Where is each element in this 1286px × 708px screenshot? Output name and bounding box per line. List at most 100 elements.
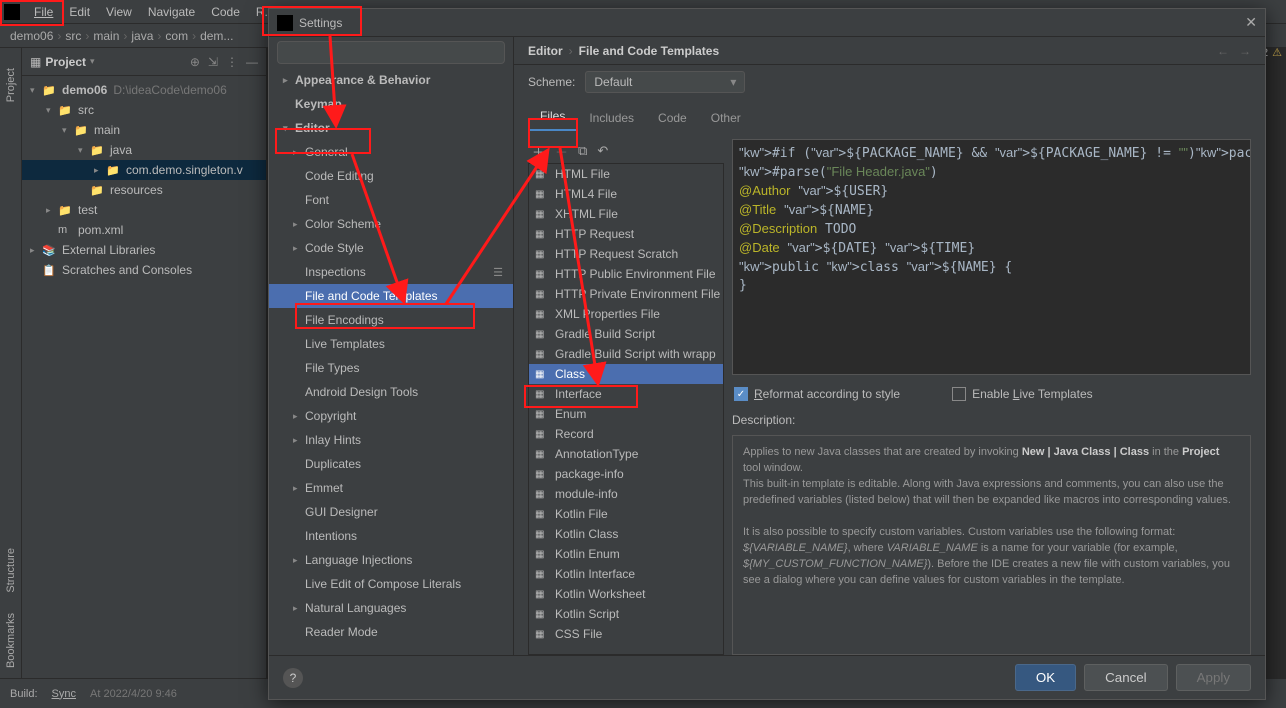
tool-tab-bookmarks[interactable]: Bookmarks bbox=[5, 613, 17, 668]
menu-edit[interactable]: Edit bbox=[61, 2, 98, 22]
template-file-item[interactable]: ▦Kotlin File bbox=[529, 504, 723, 524]
hide-icon[interactable]: — bbox=[246, 55, 258, 69]
breadcrumb-item[interactable]: dem... bbox=[200, 29, 233, 43]
template-file-item[interactable]: ▦HTTP Request bbox=[529, 224, 723, 244]
remove-icon[interactable]: － bbox=[555, 142, 568, 161]
settings-tree-item[interactable]: File Types bbox=[269, 356, 513, 380]
settings-tree-item[interactable]: Duplicates bbox=[269, 452, 513, 476]
breadcrumb-item[interactable]: demo06 bbox=[10, 29, 53, 43]
project-tree-node[interactable]: ▾📁java bbox=[22, 140, 266, 160]
settings-crumb-item[interactable]: Editor bbox=[528, 44, 563, 58]
settings-tree-item[interactable]: Android Design Tools bbox=[269, 380, 513, 404]
project-tree-node[interactable]: ▾📁demo06D:\ideaCode\demo06 bbox=[22, 80, 266, 100]
template-file-item[interactable]: ▦Kotlin Interface bbox=[529, 564, 723, 584]
template-file-item[interactable]: ▦Enum bbox=[529, 404, 723, 424]
project-tree-node[interactable]: 📁resources bbox=[22, 180, 266, 200]
settings-tree-item[interactable]: GUI Designer bbox=[269, 500, 513, 524]
scheme-select[interactable]: Default bbox=[585, 71, 745, 93]
breadcrumb-item[interactable]: com bbox=[165, 29, 188, 43]
project-tree-node[interactable]: 📋Scratches and Consoles bbox=[22, 260, 266, 280]
settings-icon[interactable]: ⋮ bbox=[226, 55, 238, 69]
template-file-item[interactable]: ▦XHTML File bbox=[529, 204, 723, 224]
project-tree[interactable]: ▾📁demo06D:\ideaCode\demo06▾📁src▾📁main▾📁j… bbox=[22, 76, 266, 284]
settings-tree-item[interactable]: ▸Inlay Hints bbox=[269, 428, 513, 452]
reformat-checkbox[interactable]: ✓ bbox=[734, 387, 748, 401]
breadcrumb-item[interactable]: main bbox=[93, 29, 119, 43]
settings-tree-item[interactable]: File and Code Templates bbox=[269, 284, 513, 308]
settings-tree-item[interactable]: Keymap bbox=[269, 92, 513, 116]
settings-tree-item[interactable]: ▸Copyright bbox=[269, 404, 513, 428]
template-file-item[interactable]: ▦HTML File bbox=[529, 164, 723, 184]
template-file-item[interactable]: ▦Gradle Build Script bbox=[529, 324, 723, 344]
template-file-item[interactable]: ▦package-info bbox=[529, 464, 723, 484]
template-file-item[interactable]: ▦HTML4 File bbox=[529, 184, 723, 204]
revert-icon[interactable]: ↶ bbox=[597, 143, 608, 159]
expand-icon[interactable]: ⇲ bbox=[208, 55, 218, 69]
project-tree-node[interactable]: ▸📁test bbox=[22, 200, 266, 220]
template-file-item[interactable]: ▦Gradle Build Script with wrapp bbox=[529, 344, 723, 364]
template-tab[interactable]: Files bbox=[528, 103, 577, 131]
template-file-item[interactable]: ▦Interface bbox=[529, 384, 723, 404]
settings-tree-item[interactable]: ▾Editor bbox=[269, 116, 513, 140]
project-tree-node[interactable]: ▾📁main bbox=[22, 120, 266, 140]
template-file-item[interactable]: ▦HTTP Public Environment File bbox=[529, 264, 723, 284]
template-file-item[interactable]: ▦HTTP Private Environment File bbox=[529, 284, 723, 304]
add-icon[interactable]: ＋ bbox=[532, 142, 545, 161]
template-file-item[interactable]: ▦Class bbox=[529, 364, 723, 384]
menu-view[interactable]: View bbox=[98, 2, 140, 22]
sync-tab[interactable]: Sync bbox=[52, 688, 76, 700]
template-file-item[interactable]: ▦Kotlin Class bbox=[529, 524, 723, 544]
settings-tree-item[interactable]: Inspections☰ bbox=[269, 260, 513, 284]
close-icon[interactable]: ✕ bbox=[1245, 14, 1257, 31]
template-tab[interactable]: Other bbox=[699, 105, 753, 131]
menu-code[interactable]: Code bbox=[203, 2, 248, 22]
select-opened-icon[interactable]: ⊕ bbox=[190, 55, 200, 69]
template-file-item[interactable]: ▦Kotlin Worksheet bbox=[529, 584, 723, 604]
template-file-item[interactable]: ▦AnnotationType bbox=[529, 444, 723, 464]
settings-tree-item[interactable]: Reader Mode bbox=[269, 620, 513, 644]
template-file-item[interactable]: ▦Record bbox=[529, 424, 723, 444]
menu-navigate[interactable]: Navigate bbox=[140, 2, 203, 22]
template-tab[interactable]: Code bbox=[646, 105, 699, 131]
project-tree-node[interactable]: ▸📚External Libraries bbox=[22, 240, 266, 260]
template-file-item[interactable]: ▦Kotlin Script bbox=[529, 604, 723, 624]
settings-tree-item[interactable]: Font bbox=[269, 188, 513, 212]
template-code-editor[interactable]: "kw">#if ("var">${PACKAGE_NAME} && "var"… bbox=[732, 139, 1251, 375]
template-file-item[interactable]: ▦module-info bbox=[529, 484, 723, 504]
tool-tab-project[interactable]: Project bbox=[5, 68, 17, 102]
template-file-item[interactable]: ▦HTTP Request Scratch bbox=[529, 244, 723, 264]
settings-tree-item[interactable]: ▸Natural Languages bbox=[269, 596, 513, 620]
back-icon[interactable]: ← bbox=[1217, 44, 1229, 58]
settings-tree-item[interactable]: Code Editing bbox=[269, 164, 513, 188]
project-tree-node[interactable]: ▸📁com.demo.singleton.v bbox=[22, 160, 266, 180]
settings-tree-item[interactable]: ▸Code Style bbox=[269, 236, 513, 260]
live-templates-checkbox[interactable] bbox=[952, 387, 966, 401]
settings-tree-item[interactable]: Live Templates bbox=[269, 332, 513, 356]
template-file-item[interactable]: ▦CSS File bbox=[529, 624, 723, 644]
ok-button[interactable]: OK bbox=[1015, 664, 1076, 691]
forward-icon[interactable]: → bbox=[1239, 44, 1251, 58]
project-tree-node[interactable]: mpom.xml bbox=[22, 220, 266, 240]
settings-tree-item[interactable]: ▸Appearance & Behavior bbox=[269, 68, 513, 92]
settings-tree-item[interactable]: File Encodings bbox=[269, 308, 513, 332]
settings-tree-item[interactable]: Live Edit of Compose Literals bbox=[269, 572, 513, 596]
template-file-item[interactable]: ▦Kotlin Enum bbox=[529, 544, 723, 564]
help-button[interactable]: ? bbox=[283, 668, 303, 688]
template-file-list[interactable]: ▦HTML File▦HTML4 File▦XHTML File▦HTTP Re… bbox=[528, 163, 724, 655]
settings-tree-item[interactable]: ▸Language Injections bbox=[269, 548, 513, 572]
settings-tree-item[interactable]: ▸General bbox=[269, 140, 513, 164]
menu-file[interactable]: File bbox=[26, 2, 61, 22]
apply-button[interactable]: Apply bbox=[1176, 664, 1251, 691]
settings-search-input[interactable] bbox=[277, 41, 505, 64]
project-tree-node[interactable]: ▾📁src bbox=[22, 100, 266, 120]
settings-tree-item[interactable]: ▸Color Scheme bbox=[269, 212, 513, 236]
settings-tree-item[interactable]: ▸Emmet bbox=[269, 476, 513, 500]
tool-tab-structure[interactable]: Structure bbox=[5, 548, 17, 593]
breadcrumb-item[interactable]: java bbox=[131, 29, 153, 43]
copy-icon[interactable]: ⧉ bbox=[578, 143, 587, 159]
template-tab[interactable]: Includes bbox=[577, 105, 646, 131]
breadcrumb-item[interactable]: src bbox=[65, 29, 81, 43]
cancel-button[interactable]: Cancel bbox=[1084, 664, 1168, 691]
template-file-item[interactable]: ▦XML Properties File bbox=[529, 304, 723, 324]
settings-tree-item[interactable]: Intentions bbox=[269, 524, 513, 548]
